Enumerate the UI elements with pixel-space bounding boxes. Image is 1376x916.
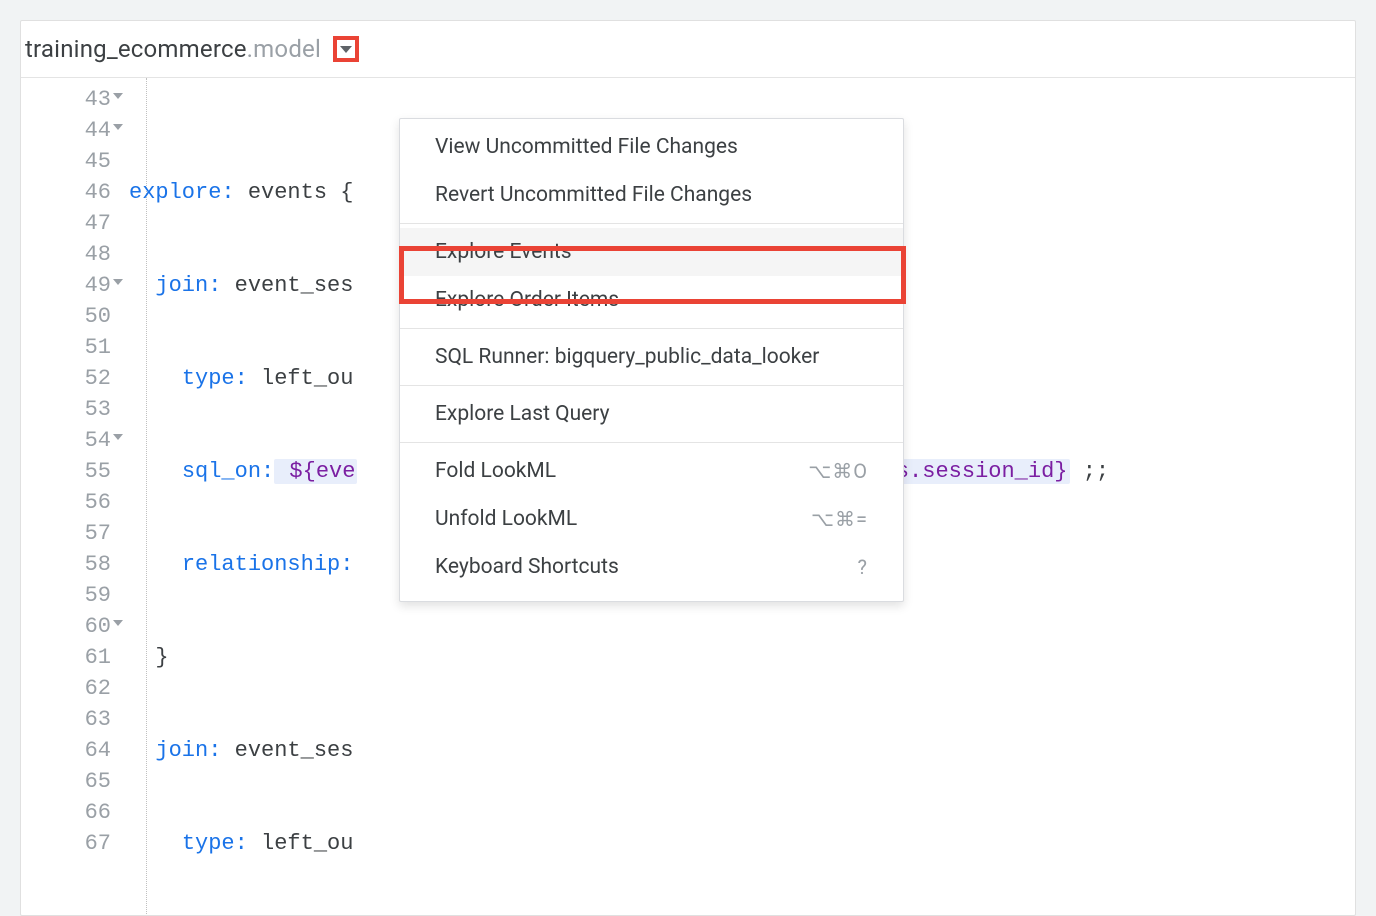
line-number: 63: [21, 704, 111, 735]
file-name: training_ecommerce.model: [25, 35, 321, 63]
fold-marker-icon[interactable]: [113, 93, 123, 99]
menu-item-explore-last-query[interactable]: Explore Last Query: [400, 390, 903, 438]
fold-marker-icon[interactable]: [113, 434, 123, 440]
file-name-ext: .model: [247, 35, 321, 63]
editor-panel: training_ecommerce.model 434445464748495…: [20, 20, 1356, 916]
fold-marker-icon[interactable]: [113, 279, 123, 285]
line-number: 67: [21, 828, 111, 859]
file-context-menu[interactable]: View Uncommitted File Changes Revert Unc…: [399, 118, 904, 602]
line-number: 59: [21, 580, 111, 611]
fold-marker-icon[interactable]: [113, 124, 123, 130]
file-menu-dropdown-button[interactable]: [333, 36, 359, 62]
line-number-gutter: 4344454647484950515253545556575859606162…: [21, 78, 129, 916]
menu-item-explore-events[interactable]: Explore Events: [400, 228, 903, 276]
line-number: 65: [21, 766, 111, 797]
line-number: 47: [21, 208, 111, 239]
line-number: 58: [21, 549, 111, 580]
shortcut-label: ⌥⌘=: [811, 507, 868, 531]
line-number: 61: [21, 642, 111, 673]
line-number: 53: [21, 394, 111, 425]
line-number: 60: [21, 611, 111, 642]
shortcut-label: ?: [858, 555, 868, 579]
line-number: 57: [21, 518, 111, 549]
menu-item-fold-lookml[interactable]: Fold LookML⌥⌘O: [400, 447, 903, 495]
menu-item-sql-runner[interactable]: SQL Runner: bigquery_public_data_looker: [400, 333, 903, 381]
caret-down-icon: [340, 46, 352, 53]
line-number: 62: [21, 673, 111, 704]
menu-item-keyboard-shortcuts[interactable]: Keyboard Shortcuts?: [400, 543, 903, 591]
fold-marker-icon[interactable]: [113, 620, 123, 626]
line-number: 50: [21, 301, 111, 332]
shortcut-label: ⌥⌘O: [808, 459, 868, 483]
line-number: 43: [21, 84, 111, 115]
line-number: 49: [21, 270, 111, 301]
line-number: 48: [21, 239, 111, 270]
menu-item-view-uncommitted[interactable]: View Uncommitted File Changes: [400, 123, 903, 171]
line-number: 45: [21, 146, 111, 177]
file-name-base: training_ecommerce: [25, 35, 247, 63]
menu-item-unfold-lookml[interactable]: Unfold LookML⌥⌘=: [400, 495, 903, 543]
line-number: 55: [21, 456, 111, 487]
line-number: 52: [21, 363, 111, 394]
line-number: 51: [21, 332, 111, 363]
file-header: training_ecommerce.model: [21, 21, 1355, 78]
line-number: 46: [21, 177, 111, 208]
menu-item-explore-order-items[interactable]: Explore Order Items: [400, 276, 903, 324]
line-number: 56: [21, 487, 111, 518]
line-number: 54: [21, 425, 111, 456]
line-number: 64: [21, 735, 111, 766]
line-number: 44: [21, 115, 111, 146]
menu-item-revert-uncommitted[interactable]: Revert Uncommitted File Changes: [400, 171, 903, 219]
line-number: 66: [21, 797, 111, 828]
